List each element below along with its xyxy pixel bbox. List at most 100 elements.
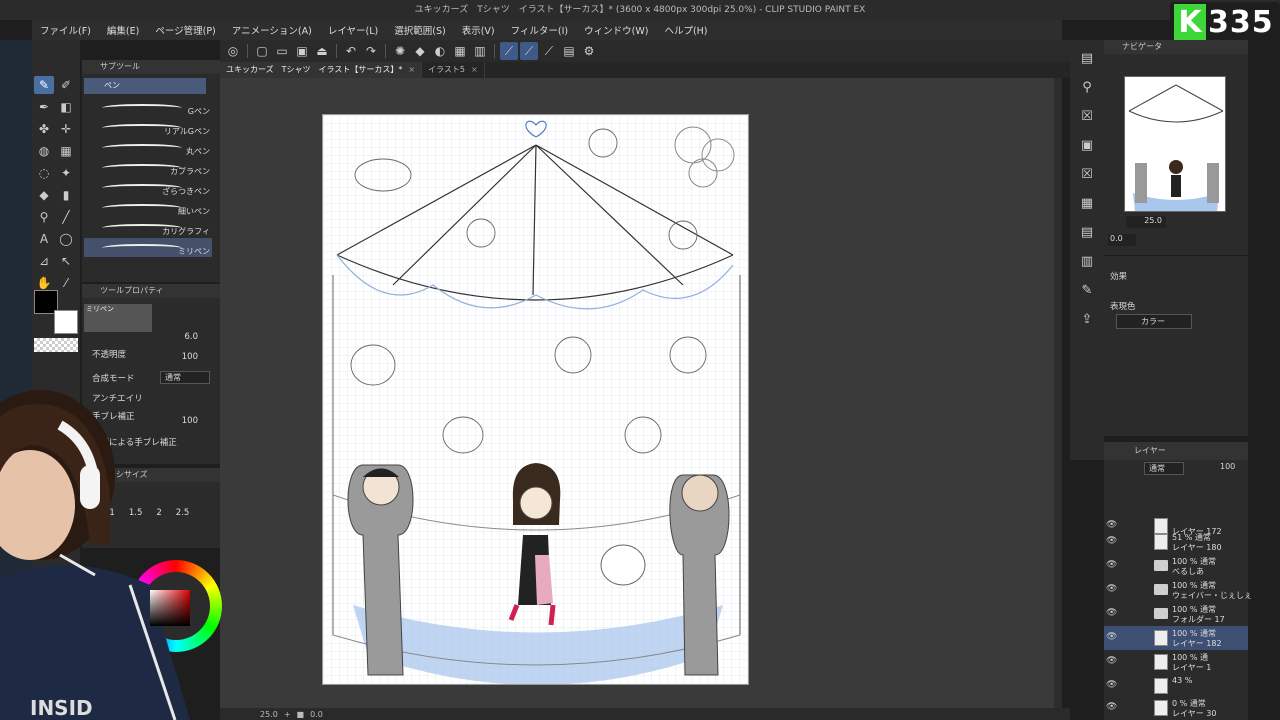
opacity-value[interactable]: 100: [182, 352, 198, 362]
redo-icon[interactable]: ↷: [362, 42, 380, 60]
edit-icon[interactable]: ✎: [1076, 279, 1098, 301]
save-icon[interactable]: ▣: [293, 42, 311, 60]
eye-icon[interactable]: 👁: [1106, 632, 1117, 642]
history-icon[interactable]: ▤: [1076, 221, 1098, 243]
snap-ruler-icon[interactable]: ⟋: [500, 42, 518, 60]
layer-row[interactable]: 👁 100 % 通 レイヤー 1: [1104, 650, 1248, 674]
eye-icon[interactable]: 👁: [1106, 702, 1117, 712]
menu-view[interactable]: 表示(V): [454, 23, 503, 37]
gradient-tool-icon[interactable]: ▮: [56, 186, 76, 204]
search-icon[interactable]: ⚲: [1076, 76, 1098, 98]
move-tool-icon[interactable]: ✛: [56, 120, 76, 138]
eye-icon[interactable]: 👁: [1106, 560, 1117, 570]
layer-row-selected[interactable]: 👁 100 % 通常 レイヤー 182: [1104, 626, 1248, 650]
canvas-area[interactable]: [220, 78, 1062, 708]
tab-illust5[interactable]: イラスト5 ×: [422, 62, 485, 78]
zoom-value[interactable]: 25.0: [260, 710, 278, 719]
eye-icon[interactable]: 👁: [1106, 680, 1117, 690]
layer-row[interactable]: 👁 51 % 通常 レイヤー 180: [1104, 530, 1248, 554]
text-tool-icon[interactable]: A: [34, 230, 54, 248]
eye-icon[interactable]: 👁: [1106, 536, 1117, 546]
pencil-tool-icon[interactable]: ✐: [56, 76, 76, 94]
nav-zoom-field[interactable]: 25.0: [1126, 216, 1166, 228]
close-icon[interactable]: ×: [471, 62, 478, 78]
layer-opacity-value[interactable]: 100: [1220, 462, 1235, 471]
select-tool-icon[interactable]: ↖: [56, 252, 76, 270]
rotate-value[interactable]: 0.0: [310, 710, 323, 719]
menu-animation[interactable]: アニメーション(A): [224, 23, 320, 37]
new-file-icon[interactable]: ▢: [253, 42, 271, 60]
close-panel-icon[interactable]: ☒: [1076, 163, 1098, 185]
snap-grid-icon[interactable]: ⟋: [540, 42, 558, 60]
settings-icon[interactable]: ⚙: [580, 42, 598, 60]
brush-item[interactable]: リアルGペン: [84, 118, 212, 138]
material-icon[interactable]: ☒: [1076, 105, 1098, 127]
line-tool-icon[interactable]: ╱: [56, 208, 76, 226]
menu-help[interactable]: ヘルプ(H): [656, 23, 715, 37]
open-icon[interactable]: ▭: [273, 42, 291, 60]
layer-row[interactable]: 👁 100 % 通常 フォルダー 17: [1104, 602, 1248, 626]
snap-special-icon[interactable]: ⟋: [520, 42, 538, 60]
menu-file[interactable]: ファイル(F): [32, 23, 99, 37]
brush-item[interactable]: ざらつきペン: [84, 178, 212, 198]
brush-item-selected[interactable]: ミリペン: [84, 238, 212, 258]
brush-tool-icon[interactable]: ✒: [34, 98, 54, 116]
nav-rotate-field[interactable]: 0.0: [1108, 234, 1136, 246]
stop-icon[interactable]: ■: [297, 710, 305, 719]
app-icon[interactable]: ◎: [224, 42, 242, 60]
eye-icon[interactable]: 👁: [1106, 656, 1117, 666]
menu-layer[interactable]: レイヤー(L): [320, 23, 386, 37]
deselect-icon[interactable]: ▥: [471, 42, 489, 60]
color-mode-select[interactable]: カラー: [1116, 314, 1192, 329]
layer-row[interactable]: 👁 100 % 通常 べるしあ: [1104, 554, 1248, 578]
brush-item[interactable]: 丸ペン: [84, 138, 212, 158]
frame-tool-icon[interactable]: ▦: [56, 142, 76, 160]
lasso-tool-icon[interactable]: ◌: [34, 164, 54, 182]
brush-item[interactable]: カブラペン: [84, 158, 212, 178]
export-panel-icon[interactable]: ⇪: [1076, 308, 1098, 330]
auto-select-icon[interactable]: ✦: [56, 164, 76, 182]
layer-row[interactable]: 👁 43 %: [1104, 674, 1248, 698]
tab-circus[interactable]: ユキッカーズ Tシャツ イラスト【サーカス】* ×: [220, 62, 423, 78]
menu-edit[interactable]: 編集(E): [99, 23, 147, 37]
grid-icon[interactable]: ▦: [451, 42, 469, 60]
object-tool-icon[interactable]: ⊿: [34, 252, 54, 270]
zoom-tool-icon[interactable]: ⚲: [34, 208, 54, 226]
decoration-tool-icon[interactable]: ✤: [34, 120, 54, 138]
layer-property-icon[interactable]: ▣: [1076, 134, 1098, 156]
fill-tool-icon[interactable]: ◆: [34, 186, 54, 204]
fill-icon[interactable]: ◆: [411, 42, 429, 60]
loading-icon[interactable]: ✺: [391, 42, 409, 60]
eye-icon[interactable]: 👁: [1106, 608, 1117, 618]
panel-icon[interactable]: ▤: [1076, 47, 1098, 69]
size-value[interactable]: 6.0: [184, 332, 198, 342]
vertical-scrollbar[interactable]: [1054, 78, 1062, 708]
color-swatches[interactable]: [34, 290, 78, 336]
blend-tool-icon[interactable]: ◍: [34, 142, 54, 160]
export-icon[interactable]: ⏏: [313, 42, 331, 60]
layer-blend-select[interactable]: 通常: [1144, 462, 1184, 475]
balloon-tool-icon[interactable]: ◯: [56, 230, 76, 248]
subtool-category[interactable]: ペン: [84, 78, 206, 94]
undo-icon[interactable]: ↶: [342, 42, 360, 60]
eraser-tool-icon[interactable]: ◧: [56, 98, 76, 116]
navigator-thumbnail[interactable]: [1124, 76, 1226, 212]
brush-item[interactable]: 細いペン: [84, 198, 212, 218]
blend-select[interactable]: 通常: [160, 371, 210, 384]
background-color[interactable]: [54, 310, 78, 334]
transparent-color[interactable]: [34, 338, 78, 352]
eye-icon[interactable]: 👁: [1106, 584, 1117, 594]
transform-icon[interactable]: ◐: [431, 42, 449, 60]
menu-filter[interactable]: フィルター(I): [503, 23, 577, 37]
pen-tool-icon[interactable]: ✎: [34, 76, 54, 94]
artwork-canvas[interactable]: [322, 114, 749, 685]
brush-item[interactable]: Gペン: [84, 98, 212, 118]
checker-icon[interactable]: ▦: [1076, 192, 1098, 214]
close-icon[interactable]: ×: [408, 62, 415, 78]
layer-row[interactable]: 👁 100 % 通常 ウェイバー・じぇしぇ: [1104, 578, 1252, 602]
color-saturation-square[interactable]: [150, 590, 190, 626]
eye-icon[interactable]: 👁: [1106, 520, 1117, 530]
brush-item[interactable]: カリグラフィ: [84, 218, 212, 238]
layer-row[interactable]: 👁 0 % 通常 レイヤー 30: [1104, 696, 1248, 720]
zoom-in-icon[interactable]: +: [284, 710, 291, 719]
